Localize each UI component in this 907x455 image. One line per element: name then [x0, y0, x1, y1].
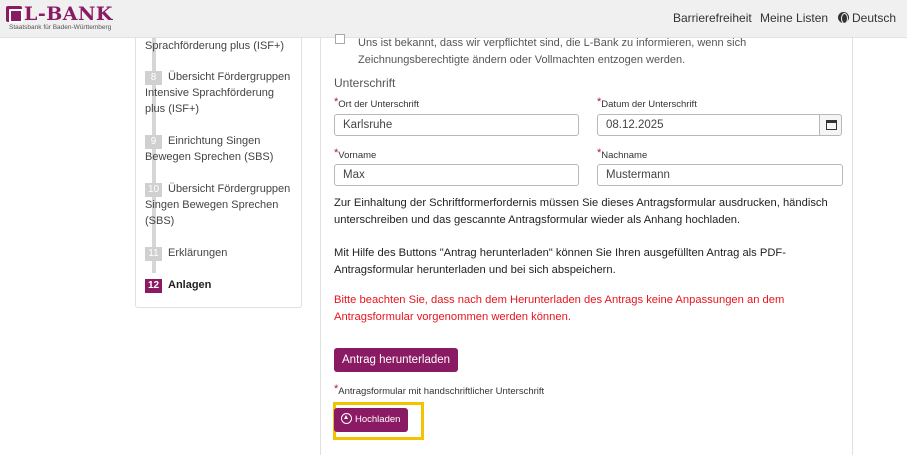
logo-shield-icon	[6, 6, 23, 23]
vorname-input[interactable]: Max	[334, 164, 579, 186]
ort-input[interactable]: Karlsruhe	[334, 114, 579, 136]
label-text: Ort der Unterschrift	[338, 99, 420, 110]
label-text: Datum der Unterschrift	[601, 99, 697, 110]
nav-language-selector[interactable]: Deutsch	[838, 11, 896, 25]
step-number: 8	[145, 71, 162, 85]
step-label: Erklärungen	[168, 247, 228, 259]
logo-subtitle: Staatsbank für Baden-Württemberg	[9, 24, 112, 31]
upload-button[interactable]: Hochladen	[334, 408, 409, 432]
l-bank-logo[interactable]: L-BANK Staatsbank für Baden-Württemberg	[6, 3, 113, 31]
warning-text: Bitte beachten Sie, dass nach dem Herunt…	[334, 294, 785, 323]
consent-checkbox[interactable]	[335, 34, 345, 44]
label-nachname: *Nachname	[597, 147, 647, 161]
label-vorname: *Vorname	[334, 147, 376, 161]
instruction-download: Mit Hilfe des Buttons "Antrag herunterla…	[334, 247, 786, 276]
sidebar-step-9[interactable]: 9 Einrichtung Singen Bewegen Sprechen (SB…	[145, 133, 295, 165]
date-picker-button[interactable]	[819, 114, 842, 136]
step-label: Übersicht Fördergruppen Singen Bewegen S…	[145, 183, 291, 227]
sidebar-step-7[interactable]: Sprachförderung plus (ISF+)	[145, 38, 295, 54]
sidebar-step-10[interactable]: 10 Übersicht Fördergruppen Singen Bewegen…	[145, 181, 295, 229]
step-label: Sprachförderung plus (ISF+)	[145, 40, 285, 52]
form-panel: Uns ist bekannt, dass wir verpflichtet s…	[320, 34, 853, 455]
upload-icon	[341, 413, 352, 424]
step-label: Einrichtung Singen Bewegen Sprechen (SBS…	[145, 135, 274, 163]
consent-text: Uns ist bekannt, dass wir verpflichtet s…	[358, 37, 747, 66]
step-label: Übersicht Fördergruppen Intensive Sprach…	[145, 71, 291, 115]
calendar-icon	[826, 120, 837, 130]
instruction-print-sign: Zur Einhaltung der Schriftformerforderni…	[334, 197, 828, 226]
label-datum: *Datum der Unterschrift	[597, 96, 697, 110]
step-number: 11	[145, 247, 162, 261]
nachname-input[interactable]: Mustermann	[597, 164, 843, 186]
nav-my-lists-link[interactable]: Meine Listen	[760, 11, 828, 25]
logo-name: L-BANK	[24, 3, 113, 25]
label-text: Vorname	[338, 150, 377, 161]
nav-accessibility-link[interactable]: Barrierefreiheit	[673, 11, 752, 25]
sidebar-step-12-active[interactable]: 12 Anlagen	[145, 277, 295, 293]
step-number: 9	[145, 135, 162, 149]
header: L-BANK Staatsbank für Baden-Württemberg …	[0, 0, 907, 38]
sidebar-step-11[interactable]: 11 Erklärungen	[145, 245, 295, 261]
sidebar-step-8[interactable]: 8 Übersicht Fördergruppen Intensive Sprac…	[145, 69, 295, 117]
upload-button-label: Hochladen	[355, 414, 401, 425]
label-text: Antragsformular mit handschriftlicher Un…	[338, 386, 545, 397]
step-number: 12	[145, 279, 162, 293]
step-label: Anlagen	[168, 279, 212, 291]
language-label: Deutsch	[852, 11, 897, 25]
download-application-button[interactable]: Antrag herunterladen	[334, 348, 459, 372]
upload-field-label: *Antragsformular mit handschriftlicher U…	[334, 383, 544, 397]
step-number: 10	[145, 183, 162, 197]
label-text: Nachname	[601, 150, 648, 161]
globe-icon	[838, 12, 849, 24]
label-ort: *Ort der Unterschrift	[334, 96, 419, 110]
step-sidebar: Sprachförderung plus (ISF+) 8 Übersicht F…	[135, 38, 302, 308]
section-title-signature: Unterschrift	[334, 76, 396, 90]
datum-input[interactable]: 08.12.2025	[597, 114, 820, 136]
